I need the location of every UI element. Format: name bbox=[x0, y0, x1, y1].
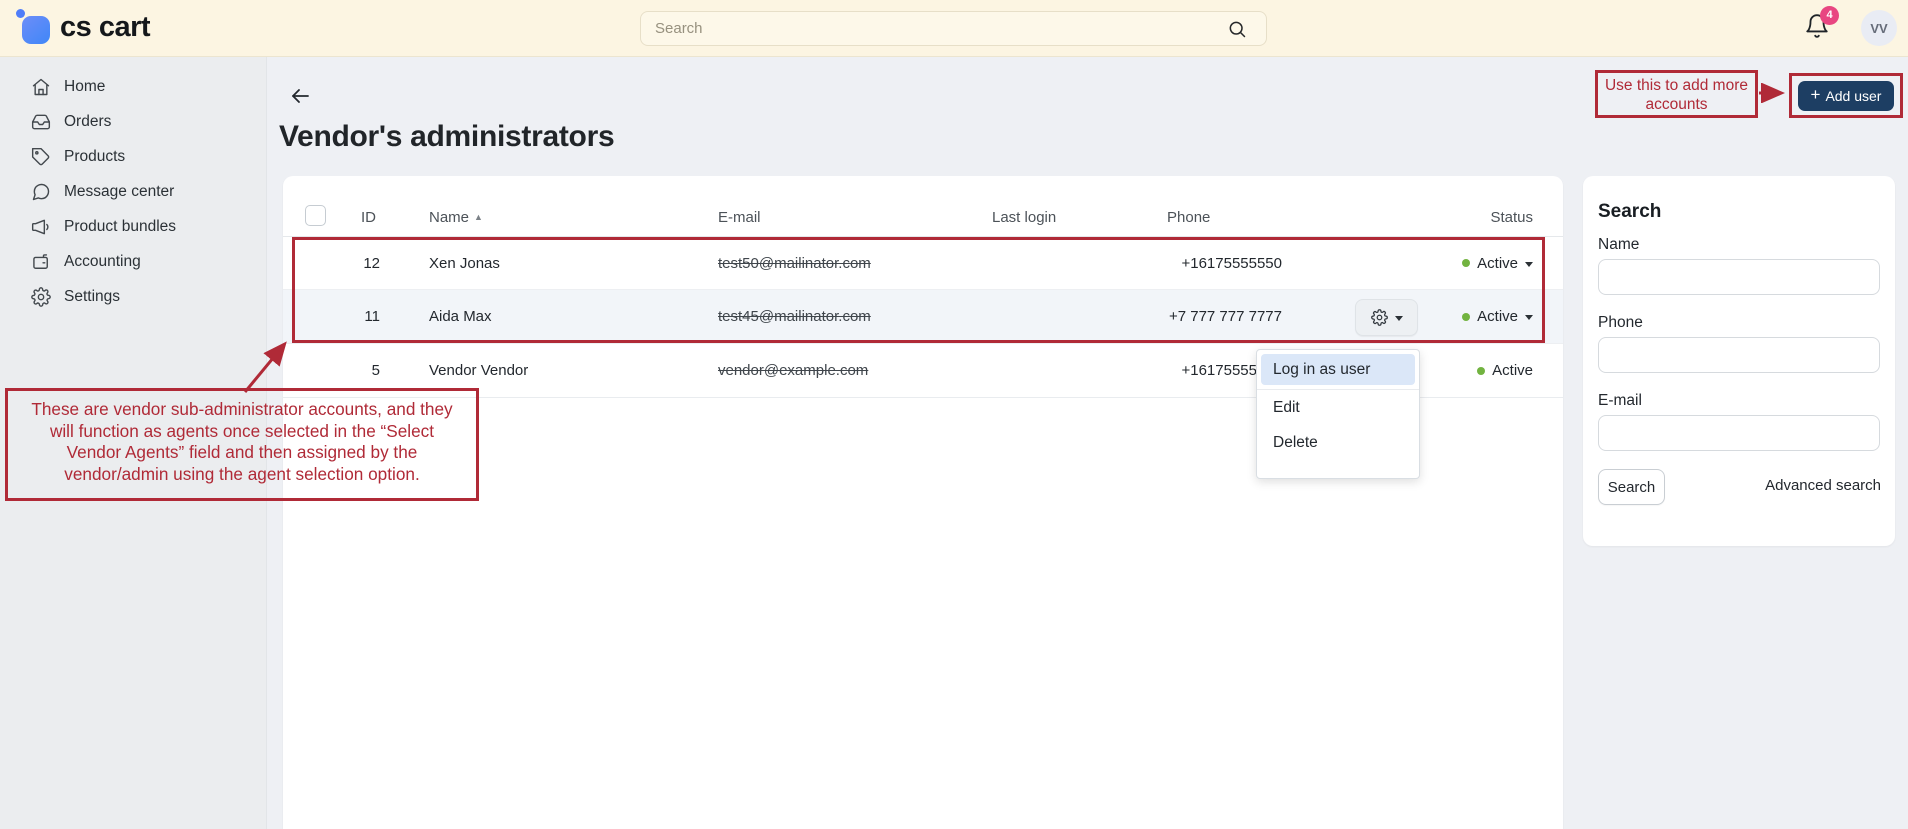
table-header-row: ID Name ▲ E-mail Last login Phone Status bbox=[283, 176, 1563, 237]
status-label: Active bbox=[1492, 362, 1533, 379]
status-dot-icon bbox=[1462, 313, 1470, 321]
email-field-label: E-mail bbox=[1598, 392, 1642, 410]
sidebar-item-products[interactable]: Products bbox=[0, 139, 267, 174]
sidebar-item-product-bundles[interactable]: Product bundles bbox=[0, 209, 267, 244]
notifications-button[interactable]: 4 bbox=[1804, 13, 1834, 45]
sidebar-item-label: Products bbox=[64, 148, 125, 166]
orders-icon bbox=[31, 112, 51, 132]
products-tag-icon bbox=[31, 147, 51, 167]
app-root: cs cart 4 VV Home Orders Products Messag… bbox=[0, 0, 1908, 829]
cell-email[interactable]: test45@mailinator.com bbox=[718, 290, 871, 343]
sidebar-item-label: Product bundles bbox=[64, 218, 176, 236]
sidebar-item-label: Settings bbox=[64, 288, 120, 306]
global-search-input[interactable] bbox=[640, 11, 1267, 46]
cell-email[interactable]: vendor@example.com bbox=[718, 344, 868, 397]
logo-mark-icon bbox=[22, 16, 50, 44]
cell-email[interactable]: test50@mailinator.com bbox=[718, 237, 871, 289]
status-dot-icon bbox=[1477, 367, 1485, 375]
cell-name: Xen Jonas bbox=[429, 237, 500, 289]
topbar: cs cart 4 VV bbox=[0, 0, 1908, 57]
cell-name: Aida Max bbox=[429, 290, 492, 343]
status-label: Active bbox=[1477, 308, 1518, 325]
column-header-name[interactable]: Name ▲ bbox=[429, 209, 483, 226]
column-header-name-label: Name bbox=[429, 209, 469, 226]
row-actions-gear-button[interactable] bbox=[1355, 299, 1418, 336]
cell-phone: +7 777 777 7777 bbox=[973, 290, 1282, 343]
email-field[interactable] bbox=[1598, 415, 1880, 451]
avatar[interactable]: VV bbox=[1861, 10, 1897, 46]
status-dropdown[interactable]: Active bbox=[1383, 237, 1533, 289]
menu-item-log-in-as-user[interactable]: Log in as user bbox=[1261, 354, 1415, 385]
chevron-down-icon bbox=[1525, 315, 1533, 320]
sidebar-item-home[interactable]: Home bbox=[0, 69, 267, 104]
sidebar-item-orders[interactable]: Orders bbox=[0, 104, 267, 139]
cell-phone: +16175555550 bbox=[973, 344, 1282, 397]
megaphone-icon bbox=[31, 217, 51, 237]
home-icon bbox=[31, 77, 51, 97]
search-button[interactable]: Search bbox=[1598, 469, 1665, 505]
logo-text: cs cart bbox=[60, 11, 150, 44]
phone-field-label: Phone bbox=[1598, 314, 1643, 332]
page-title: Vendor's administrators bbox=[279, 120, 614, 154]
sidebar-item-label: Accounting bbox=[64, 253, 141, 271]
annotation-arrow-right bbox=[1757, 83, 1793, 103]
cell-phone: +16175555550 bbox=[973, 237, 1282, 289]
search-panel-title: Search bbox=[1598, 201, 1661, 223]
chevron-down-icon bbox=[1395, 316, 1403, 321]
add-user-label: Add user bbox=[1825, 88, 1881, 104]
annotation-add-user-box: Use this to add more accounts bbox=[1595, 70, 1758, 118]
column-header-phone[interactable]: Phone bbox=[1167, 209, 1210, 226]
sidebar-item-label: Orders bbox=[64, 113, 111, 131]
name-field-label: Name bbox=[1598, 236, 1639, 254]
cell-name: Vendor Vendor bbox=[429, 344, 528, 397]
cell-id: 11 bbox=[328, 290, 380, 343]
gear-icon bbox=[31, 287, 51, 307]
arrow-left-icon bbox=[288, 84, 312, 108]
status-dot-icon bbox=[1462, 259, 1470, 267]
message-bubble-icon bbox=[31, 182, 51, 202]
wallet-icon bbox=[31, 252, 51, 272]
column-header-id[interactable]: ID bbox=[361, 209, 376, 226]
table-row[interactable]: 12 Xen Jonas test50@mailinator.com +1617… bbox=[283, 237, 1563, 290]
add-user-button[interactable]: + Add user bbox=[1798, 81, 1894, 111]
select-all-checkbox[interactable] bbox=[305, 205, 326, 226]
logo-dot-icon bbox=[16, 9, 25, 18]
menu-item-edit[interactable]: Edit bbox=[1257, 390, 1419, 425]
gear-icon bbox=[1371, 309, 1388, 326]
menu-item-delete[interactable]: Delete bbox=[1257, 425, 1419, 460]
sidebar-item-accounting[interactable]: Accounting bbox=[0, 244, 267, 279]
status-label: Active bbox=[1477, 255, 1518, 272]
name-field[interactable] bbox=[1598, 259, 1880, 295]
sort-asc-icon: ▲ bbox=[474, 212, 483, 222]
column-header-last-login[interactable]: Last login bbox=[992, 209, 1056, 226]
sidebar-item-settings[interactable]: Settings bbox=[0, 279, 267, 314]
sidebar-item-label: Message center bbox=[64, 183, 174, 201]
search-icon bbox=[1227, 19, 1247, 39]
sidebar: Home Orders Products Message center Prod… bbox=[0, 57, 267, 829]
advanced-search-link[interactable]: Advanced search bbox=[1765, 477, 1881, 494]
logo[interactable]: cs cart bbox=[14, 0, 194, 57]
back-button[interactable] bbox=[288, 84, 314, 110]
notification-badge: 4 bbox=[1820, 6, 1839, 25]
global-search bbox=[640, 11, 1267, 46]
sidebar-item-message-center[interactable]: Message center bbox=[0, 174, 267, 209]
column-header-email[interactable]: E-mail bbox=[718, 209, 761, 226]
search-panel: Search Name Phone E-mail Search Advanced… bbox=[1583, 176, 1895, 546]
annotation-add-user-text: Use this to add more accounts bbox=[1605, 77, 1748, 113]
phone-field[interactable] bbox=[1598, 337, 1880, 373]
row-actions-menu: Log in as user Edit Delete bbox=[1256, 349, 1420, 479]
plus-icon: + bbox=[1811, 85, 1821, 105]
column-header-status[interactable]: Status bbox=[1490, 209, 1533, 226]
chevron-down-icon bbox=[1525, 262, 1533, 267]
cell-id: 5 bbox=[328, 344, 380, 397]
cell-id: 12 bbox=[328, 237, 380, 289]
sidebar-item-label: Home bbox=[64, 78, 105, 96]
